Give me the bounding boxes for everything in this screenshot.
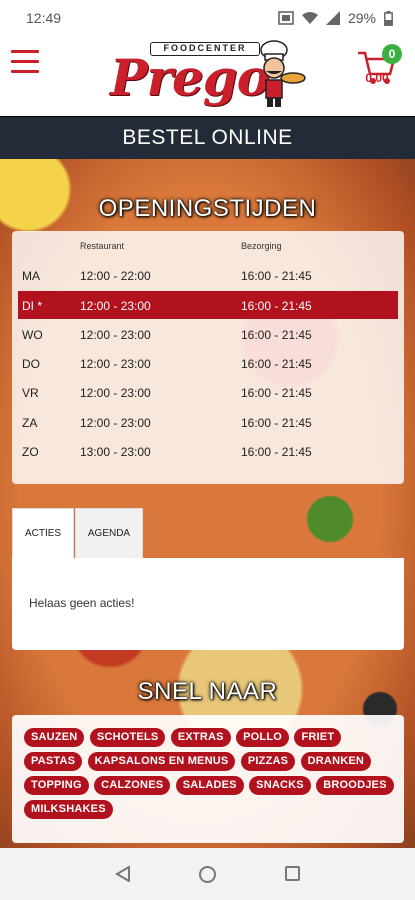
- hours-row-today: DI * 12:00 - 23:00 16:00 - 21:45: [18, 291, 398, 319]
- status-time: 12:49: [26, 10, 62, 26]
- bezorging-hours: 16:00 - 21:45: [241, 357, 312, 371]
- snel-naar-card: SAUZEN SCHOTELS EXTRAS POLLO FRIET PASTA…: [12, 715, 404, 843]
- signal-icon: [325, 11, 340, 25]
- hours-row: VR 12:00 - 23:00 16:00 - 21:45: [18, 378, 398, 406]
- logo-banner: FOODCENTER: [150, 42, 260, 56]
- bezorging-hours: 16:00 - 21:45: [241, 328, 312, 342]
- tab-acties[interactable]: ACTIES: [12, 508, 74, 558]
- cart-count-badge: 0: [382, 44, 402, 64]
- back-icon[interactable]: [115, 866, 131, 882]
- restaurant-hours: 12:00 - 23:00: [80, 416, 151, 430]
- home-icon[interactable]: [199, 866, 216, 883]
- system-nav-bar: [0, 848, 415, 900]
- status-icons: 29%: [278, 10, 393, 26]
- restaurant-hours: 13:00 - 23:00: [80, 445, 151, 459]
- day-label: ZA: [22, 416, 38, 430]
- tab-panel: Helaas geen acties!: [12, 558, 404, 650]
- category-chip[interactable]: DRANKEN: [300, 752, 372, 771]
- category-chip[interactable]: PASTAS: [24, 752, 83, 771]
- category-chip[interactable]: FRIET: [294, 728, 342, 747]
- category-chip[interactable]: KAPSALONS EN MENUS: [87, 752, 236, 771]
- category-chips: SAUZEN SCHOTELS EXTRAS POLLO FRIET PASTA…: [24, 727, 399, 823]
- snel-naar-title: SNEL NAAR: [137, 678, 278, 705]
- screenshot-icon: [278, 11, 294, 25]
- restaurant-hours: 12:00 - 22:00: [80, 269, 151, 283]
- hours-row: ZO 13:00 - 23:00 16:00 - 21:45: [18, 437, 398, 465]
- wifi-icon: [301, 12, 318, 24]
- cart-total: 0.00: [365, 71, 389, 85]
- day-label: DI *: [22, 299, 43, 313]
- restaurant-hours: 12:00 - 23:00: [80, 328, 151, 342]
- category-chip[interactable]: SAUZEN: [24, 728, 85, 747]
- bezorging-hours: 16:00 - 21:45: [241, 299, 312, 313]
- category-chip[interactable]: PIZZAS: [240, 752, 296, 771]
- bezorging-column-header: Bezorging: [241, 241, 282, 251]
- day-label: MA: [22, 269, 40, 283]
- recent-apps-icon[interactable]: [285, 866, 300, 881]
- app-header: Prego FOODCENTER 0 0.00: [0, 36, 415, 116]
- restaurant-hours: 12:00 - 23:00: [80, 299, 151, 313]
- hours-row: MA 12:00 - 22:00 16:00 - 21:45: [18, 261, 398, 289]
- day-label: WO: [22, 328, 43, 342]
- tab-agenda[interactable]: AGENDA: [75, 508, 143, 558]
- bezorging-hours: 16:00 - 21:45: [241, 416, 312, 430]
- category-chip[interactable]: SNACKS: [249, 776, 311, 795]
- category-chip[interactable]: SCHOTELS: [89, 728, 166, 747]
- hours-row: WO 12:00 - 23:00 16:00 - 21:45: [18, 320, 398, 348]
- openingstijden-title: OPENINGSTIJDEN: [98, 195, 317, 222]
- category-chip[interactable]: BROODJES: [316, 776, 394, 795]
- bezorging-hours: 16:00 - 21:45: [241, 386, 312, 400]
- menu-icon[interactable]: [11, 50, 39, 74]
- category-chip[interactable]: CALZONES: [94, 776, 171, 795]
- hours-row: ZA 12:00 - 23:00 16:00 - 21:45: [18, 408, 398, 436]
- acties-message: Helaas geen acties!: [29, 596, 135, 610]
- category-chip[interactable]: MILKSHAKES: [24, 800, 113, 819]
- category-chip[interactable]: SALADES: [175, 776, 244, 795]
- hours-row: DO 12:00 - 23:00 16:00 - 21:45: [18, 349, 398, 377]
- bezorging-hours: 16:00 - 21:45: [241, 445, 312, 459]
- chef-mascot-icon: [260, 40, 306, 107]
- category-chip[interactable]: TOPPING: [24, 776, 89, 795]
- bezorging-hours: 16:00 - 21:45: [241, 269, 312, 283]
- category-chip[interactable]: POLLO: [236, 728, 290, 747]
- bestel-online-button[interactable]: BESTEL ONLINE: [0, 117, 415, 159]
- battery-icon: [384, 10, 393, 26]
- acties-agenda-tabs: ACTIES AGENDA Helaas geen acties!: [12, 508, 404, 650]
- restaurant-column-header: Restaurant: [80, 241, 125, 251]
- restaurant-hours: 12:00 - 23:00: [80, 386, 151, 400]
- opening-hours-card: Restaurant Bezorging MA 12:00 - 22:00 16…: [12, 231, 404, 484]
- category-chip[interactable]: EXTRAS: [170, 728, 231, 747]
- day-label: ZO: [22, 445, 39, 459]
- day-label: VR: [22, 386, 39, 400]
- status-bar: 12:49 29%: [0, 0, 415, 36]
- restaurant-hours: 12:00 - 23:00: [80, 357, 151, 371]
- battery-percent: 29%: [347, 10, 376, 26]
- prego-logo[interactable]: Prego FOODCENTER: [110, 38, 310, 110]
- day-label: DO: [22, 357, 40, 371]
